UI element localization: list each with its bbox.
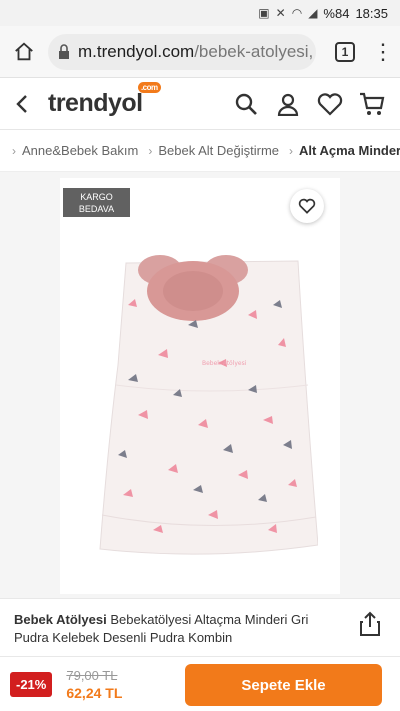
back-button[interactable] xyxy=(0,78,44,130)
signal-icon: ◢ xyxy=(308,6,318,20)
site-logo[interactable]: trendyol .com xyxy=(48,82,161,118)
url-path: /bebek-atolyesi, xyxy=(194,41,314,61)
status-bar: ▣ ✕ ◠ ◢ %84 18:35 xyxy=(0,0,400,26)
tab-switcher-button[interactable]: 1 xyxy=(324,26,366,78)
chevron-right-icon: › xyxy=(148,143,153,158)
image-watermark: Bebek Atölyesi xyxy=(202,360,247,367)
product-image[interactable]: Bebek Atölyesi xyxy=(98,245,318,565)
chevron-left-icon xyxy=(16,94,27,113)
address-bar[interactable]: m.trendyol.com/bebek-atolyesi, xyxy=(48,33,316,70)
heart-icon xyxy=(317,92,343,116)
home-button[interactable] xyxy=(0,26,48,78)
account-button[interactable] xyxy=(274,90,302,118)
chevron-right-icon: › xyxy=(12,143,16,158)
share-icon xyxy=(360,611,380,636)
old-price: 79,00 TL xyxy=(66,667,118,683)
heart-icon xyxy=(298,198,316,214)
tab-count: 1 xyxy=(335,41,355,62)
url-host: m.trendyol.com xyxy=(78,41,195,61)
cart-icon xyxy=(360,92,385,115)
product-title: Bebek Atölyesi Bebekatölyesi Altaçma Min… xyxy=(14,611,344,647)
product-info: Bebek Atölyesi Bebekatölyesi Altaçma Min… xyxy=(0,598,400,656)
lock-icon xyxy=(58,43,70,60)
discount-badge: -21% xyxy=(10,671,53,697)
cart-button[interactable] xyxy=(358,90,386,118)
breadcrumb-item[interactable]: Bebek Alt Değiştirme xyxy=(158,143,279,158)
user-icon xyxy=(277,93,299,116)
search-button[interactable] xyxy=(232,90,260,118)
more-menu-icon[interactable]: ⋮ xyxy=(366,26,400,78)
home-icon xyxy=(15,42,33,60)
wifi-icon: ◠ xyxy=(291,6,303,20)
breadcrumb-item-current[interactable]: Alt Açma Minderi xyxy=(299,143,400,158)
site-header: trendyol .com xyxy=(0,78,400,130)
favorites-button[interactable] xyxy=(316,90,344,118)
breadcrumb-item[interactable]: Anne&Bebek Bakım xyxy=(22,143,138,158)
clock: 18:35 xyxy=(355,5,388,21)
product-brand[interactable]: Bebek Atölyesi xyxy=(14,612,107,627)
logo-text: trendyol xyxy=(48,89,143,117)
price-block: 79,00 TL 62,24 TL xyxy=(66,668,122,701)
add-to-favorites-button[interactable] xyxy=(290,189,324,223)
browser-toolbar: m.trendyol.com/bebek-atolyesi, 1 ⋮ xyxy=(0,26,400,78)
add-to-cart-button[interactable]: Sepete Ekle xyxy=(185,664,382,706)
search-icon xyxy=(235,93,257,115)
logo-badge: .com xyxy=(137,82,161,93)
free-shipping-badge: KARGO BEDAVA xyxy=(63,188,130,217)
chevron-right-icon: › xyxy=(289,143,294,158)
mute-icon: ✕ xyxy=(275,6,286,20)
battery-level: %84 xyxy=(323,5,350,21)
image-icon: ▣ xyxy=(258,6,270,20)
breadcrumb: › Anne&Bebek Bakım › Bebek Alt Değiştirm… xyxy=(0,130,400,172)
share-button[interactable] xyxy=(358,611,382,637)
sale-price: 62,24 TL xyxy=(66,684,123,701)
